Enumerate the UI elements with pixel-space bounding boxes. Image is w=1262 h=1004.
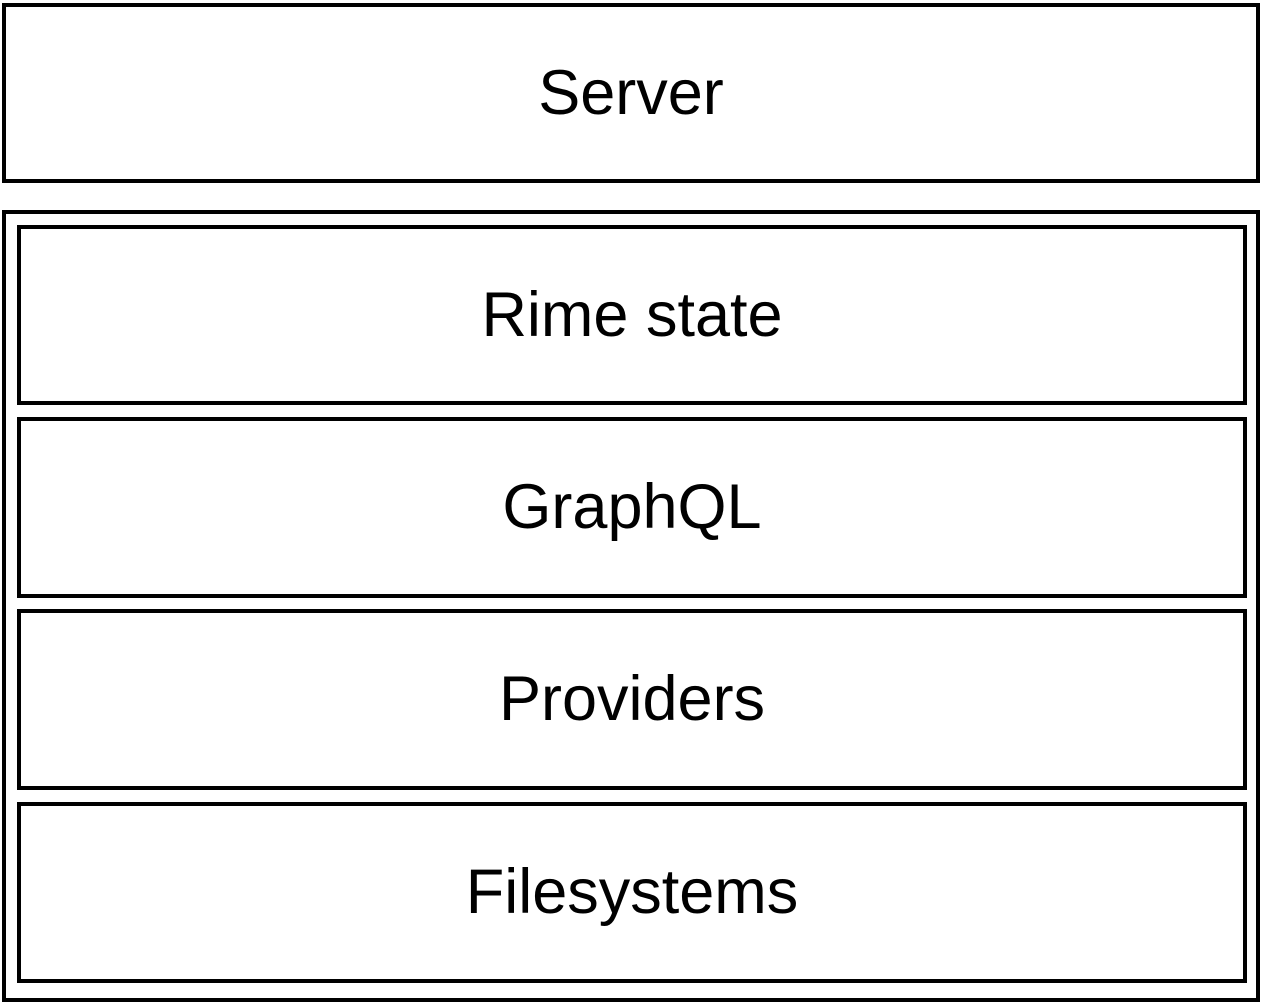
layer-label: Filesystems [465, 857, 799, 927]
layer-graphql: GraphQL [17, 417, 1247, 598]
server-label: Server [538, 57, 724, 128]
layer-filesystems: Filesystems [17, 802, 1247, 983]
layer-label: Providers [498, 664, 766, 734]
server-box: Server [2, 3, 1260, 183]
layer-label: GraphQL [502, 472, 762, 542]
layer-rime-state: Rime state [17, 225, 1247, 405]
layer-providers: Providers [17, 609, 1247, 790]
layer-label: Rime state [481, 279, 783, 350]
